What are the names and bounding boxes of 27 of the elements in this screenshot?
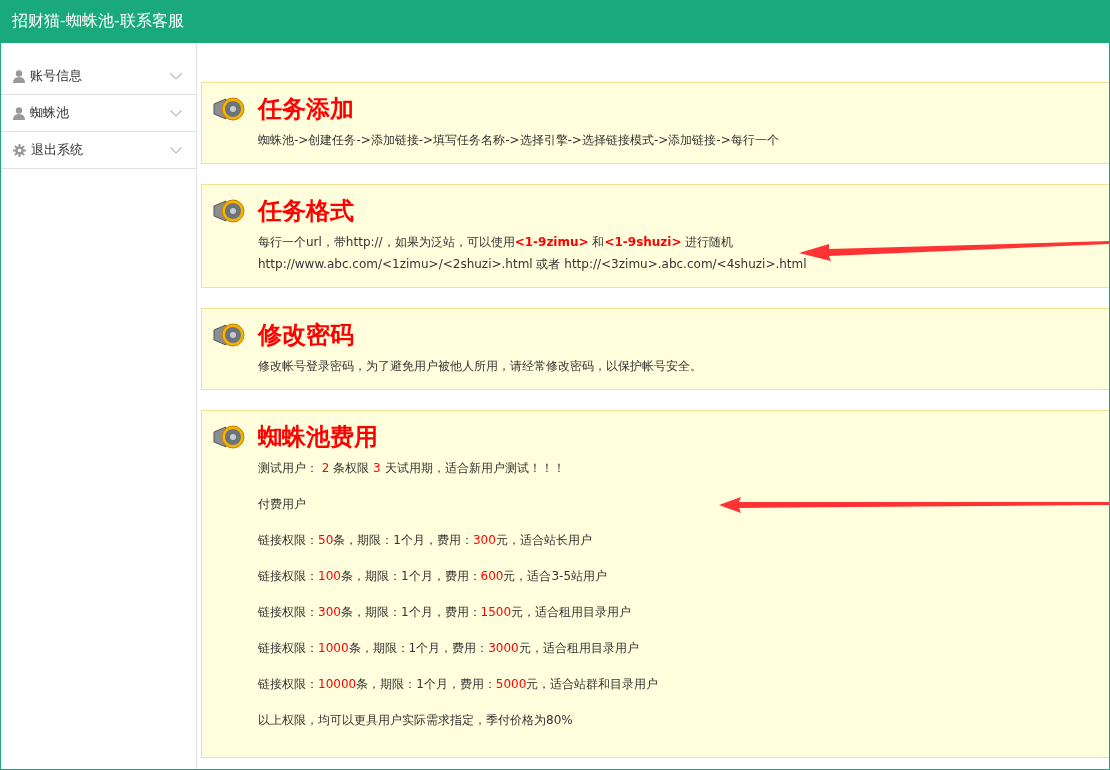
notice-text: 链接权限：100条，期限：1个月，费用：600元，适合3-5站用户 — [258, 568, 608, 585]
site-title: 招财猫-蜘蛛池-联系客服 — [12, 11, 184, 32]
notice-text: 链接权限：50条，期限：1个月，费用：300元，适合站长用户 — [258, 532, 592, 549]
notice-text: 链接权限：300条，期限：1个月，费用：1500元，适合租用目录用户 — [258, 604, 632, 621]
megaphone-icon — [212, 197, 246, 225]
gear-icon — [13, 143, 26, 157]
notice-text: 测试用户： 2 条权限 3 天试用期，适合新用户测试！！！ — [258, 460, 565, 477]
notice-title: 任务添加 — [258, 94, 354, 125]
megaphone-icon — [212, 321, 246, 349]
notice-text: 每行一个url，带http://，如果为泛站，可以使用<1-9zimu> 和<1-9shuzi> 进行随机 — [258, 234, 734, 251]
notice-title: 修改密码 — [258, 320, 354, 351]
megaphone-icon — [212, 423, 246, 451]
sidebar-item[interactable]: 退出系统 — [1, 132, 196, 169]
notice-text: 蜘蛛池->创建任务->添加链接->填写任务名称->选择引擎->选择链接模式->添加链接->每行一个 — [258, 132, 779, 149]
notice-text: 修改帐号登录密码，为了避免用户被他人所用，请经常修改密码，以保护帐号安全。 — [258, 358, 702, 375]
sidebar-item[interactable]: 蜘蛛池 — [1, 95, 196, 132]
megaphone-icon — [212, 95, 246, 123]
notice-text: 以上权限，均可以更具用户实际需求指定，季付价格为80% — [258, 712, 573, 729]
notice-title: 蜘蛛池费用 — [258, 422, 378, 453]
notice-title: 任务格式 — [258, 196, 354, 227]
notice-text: 链接权限：10000条，期限：1个月，费用：5000元，适合站群和目录用户 — [258, 676, 659, 693]
user-icon — [13, 69, 25, 83]
notice-text: 链接权限：1000条，期限：1个月，费用：3000元，适合租用目录用户 — [258, 640, 639, 657]
notice-text: 付费用户 — [258, 496, 306, 513]
sidebar-item[interactable]: 账号信息 — [1, 58, 196, 95]
user-icon — [13, 106, 25, 120]
notice-text: http://www.abc.com/<1zimu>/<2shuzi>.html 或者 http://<3zimu>.abc.com/<4shuzi>.html — [258, 256, 807, 273]
